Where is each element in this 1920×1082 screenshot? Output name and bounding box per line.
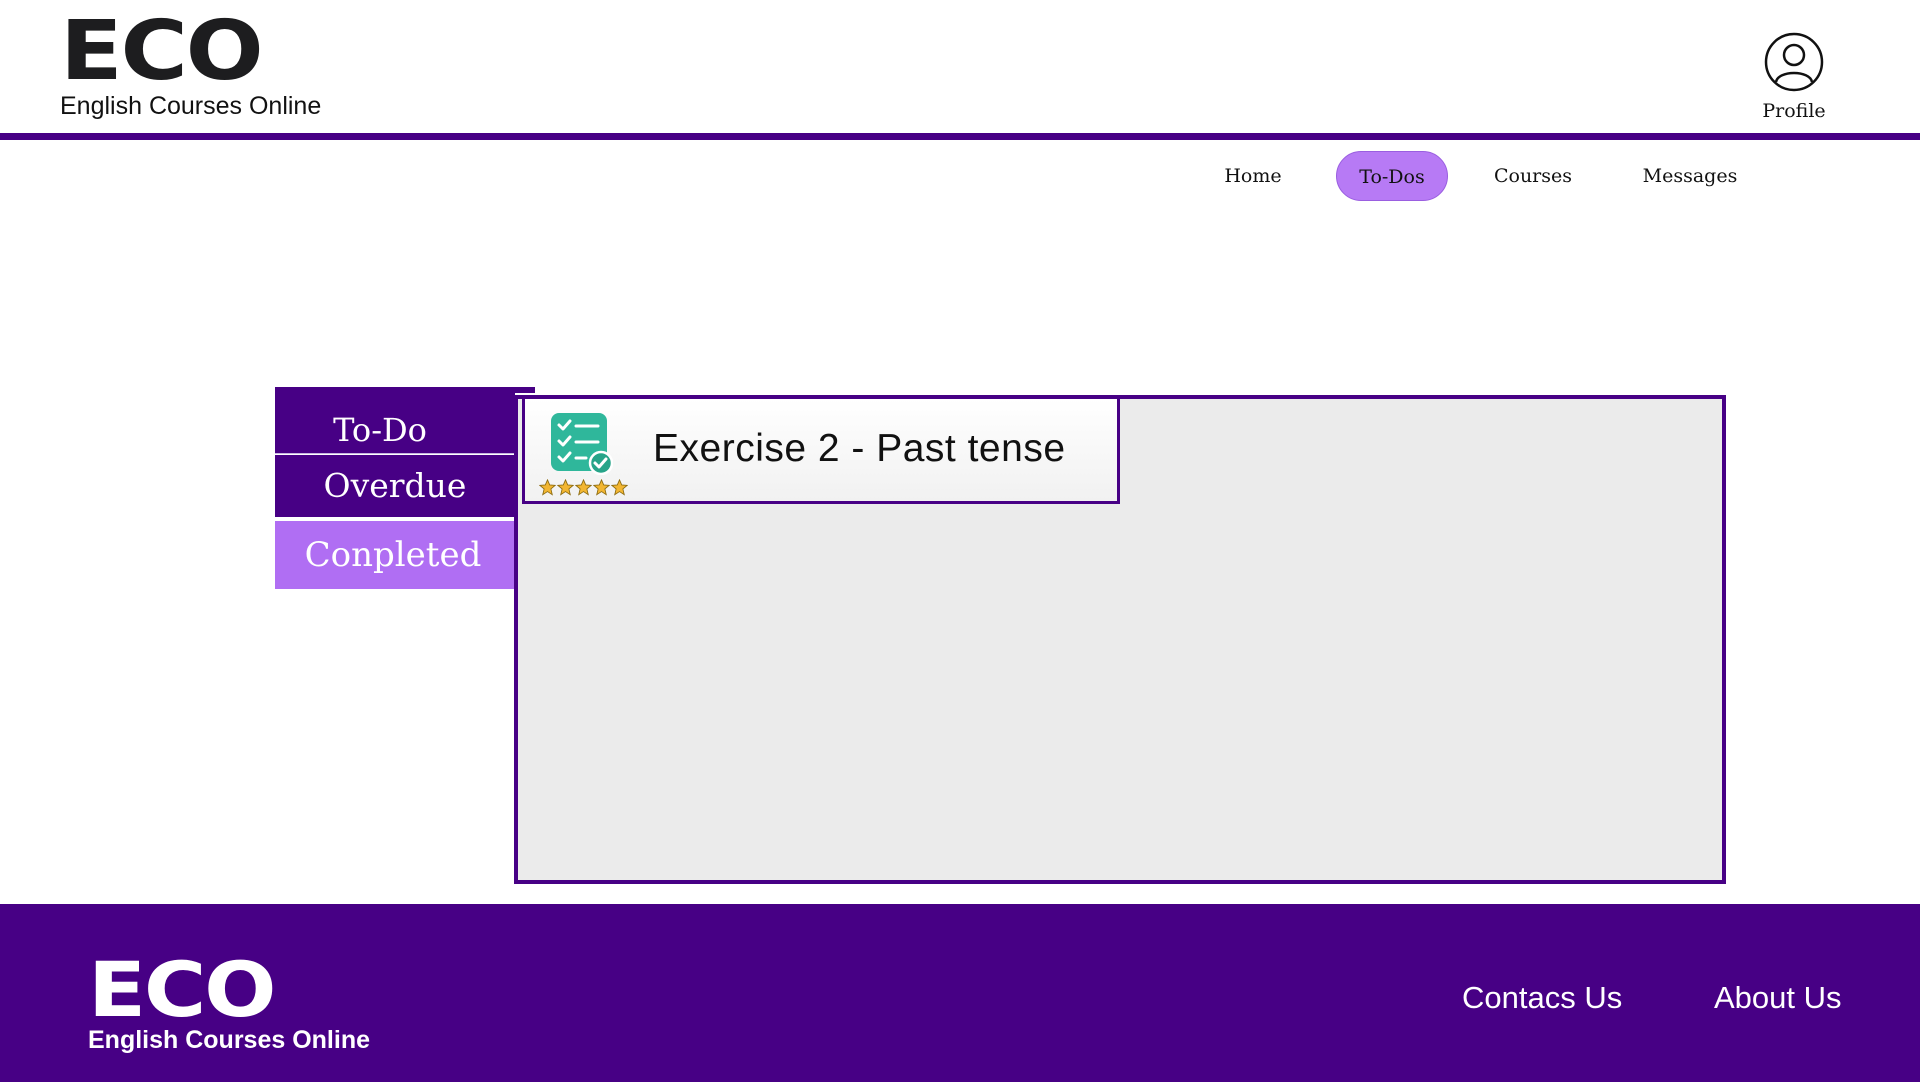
- nav-messages[interactable]: Messages: [1620, 151, 1760, 201]
- header-divider: [0, 133, 1920, 140]
- nav-home[interactable]: Home: [1200, 151, 1306, 201]
- star-icon: [575, 479, 592, 496]
- exercise-title: Exercise 2 - Past tense: [653, 427, 1066, 470]
- tab-completed[interactable]: Conpleted: [275, 521, 515, 589]
- nav-todos[interactable]: To-Dos: [1336, 151, 1448, 201]
- nav-courses[interactable]: Courses: [1480, 151, 1586, 201]
- footer-contact-link[interactable]: Contacs Us: [1462, 980, 1622, 1016]
- footer-logo-mark: ECO: [88, 945, 277, 1034]
- site-header: ECO English Courses Online Profile: [0, 0, 1920, 133]
- star-icon: [611, 479, 628, 496]
- profile-label: Profile: [1762, 100, 1826, 122]
- tab-decoration: [515, 387, 535, 393]
- site-footer: ECO English Courses Online Contacs Us Ab…: [0, 904, 1920, 1082]
- rating-stars: [539, 479, 629, 499]
- logo-mark: ECO: [60, 4, 264, 99]
- user-circle-icon: [1764, 32, 1824, 92]
- profile-button[interactable]: Profile: [1750, 32, 1838, 122]
- tab-overdue[interactable]: Overdue: [275, 455, 515, 517]
- checklist-icon: [551, 413, 613, 475]
- star-icon: [557, 479, 574, 496]
- tab-todo[interactable]: To-Do: [275, 387, 515, 454]
- star-icon: [593, 479, 610, 496]
- exercise-card[interactable]: Exercise 2 - Past tense: [522, 396, 1120, 504]
- footer-logo[interactable]: ECO English Courses Online: [88, 952, 370, 1055]
- star-icon: [539, 479, 556, 496]
- site-logo[interactable]: ECO English Courses Online: [60, 11, 321, 121]
- footer-about-link[interactable]: About Us: [1714, 980, 1842, 1016]
